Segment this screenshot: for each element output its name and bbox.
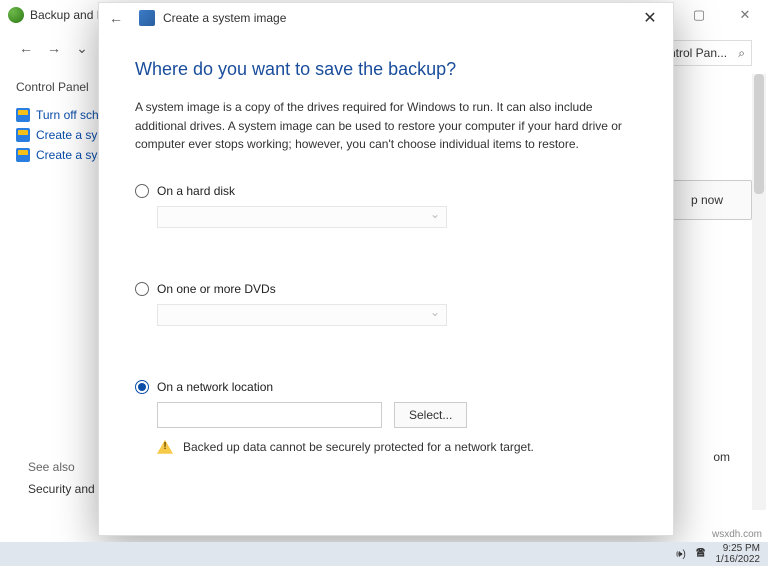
partial-text: om xyxy=(713,450,730,464)
address-text: ntrol Pan... xyxy=(669,46,727,60)
watermark: wsxdh.com xyxy=(712,529,762,540)
system-image-icon xyxy=(139,10,155,26)
label-dvd: On one or more DVDs xyxy=(157,282,276,296)
network-path-input[interactable] xyxy=(157,402,382,428)
option-hard-disk: On a hard disk xyxy=(135,184,637,228)
dialog-heading: Where do you want to save the backup? xyxy=(135,59,637,80)
vertical-scrollbar[interactable] xyxy=(752,74,766,510)
tray-battery-icon[interactable]: 🖀 xyxy=(696,546,706,563)
option-network: On a network location Select... Backed u… xyxy=(135,380,637,454)
option-dvd: On one or more DVDs xyxy=(135,282,637,326)
warning-text: Backed up data cannot be securely protec… xyxy=(183,440,534,454)
tray-volume-icon[interactable]: 🕪) xyxy=(676,549,686,560)
tray-date[interactable]: 1/16/2022 xyxy=(716,554,761,565)
search-icon: ⌕ xyxy=(738,46,745,61)
label-network: On a network location xyxy=(157,380,273,394)
tray-time[interactable]: 9:25 PM xyxy=(716,543,761,554)
backup-icon xyxy=(8,7,24,23)
select-button[interactable]: Select... xyxy=(394,402,467,428)
dialog-titlebar: ← Create a system image ✕ xyxy=(99,3,673,33)
label-hard-disk: On a hard disk xyxy=(157,184,235,198)
radio-dvd[interactable] xyxy=(135,282,149,296)
scroll-thumb[interactable] xyxy=(754,74,764,194)
backup-now-button[interactable]: p now xyxy=(662,180,752,220)
radio-network[interactable] xyxy=(135,380,149,394)
warning-icon xyxy=(157,440,173,454)
nav-back-button[interactable]: ← xyxy=(12,40,40,56)
dialog-title: Create a system image xyxy=(163,11,286,25)
see-also-link-security[interactable]: Security and M xyxy=(28,482,108,496)
shield-icon xyxy=(16,128,30,142)
address-search[interactable]: ntrol Pan... ⌕ xyxy=(662,40,752,66)
dialog-close-button[interactable]: ✕ xyxy=(627,3,673,33)
nav-dropdown-button[interactable]: ⌄ xyxy=(68,40,96,57)
shield-icon xyxy=(16,108,30,122)
dvd-dropdown[interactable] xyxy=(157,304,447,326)
disk-dropdown[interactable] xyxy=(157,206,447,228)
dialog-back-button[interactable]: ← xyxy=(109,10,123,26)
maximize-button[interactable]: ▢ xyxy=(676,0,722,30)
nav-forward-button[interactable]: → xyxy=(40,40,68,56)
taskbar[interactable]: 🕪) 🖀 9:25 PM 1/16/2022 xyxy=(0,542,768,566)
radio-hard-disk[interactable] xyxy=(135,184,149,198)
shield-icon xyxy=(16,148,30,162)
see-also-header: See also xyxy=(28,460,108,474)
dialog-description: A system image is a copy of the drives r… xyxy=(135,98,637,154)
close-button[interactable]: ✕ xyxy=(722,0,768,30)
create-system-image-dialog: ← Create a system image ✕ Where do you w… xyxy=(98,2,674,536)
